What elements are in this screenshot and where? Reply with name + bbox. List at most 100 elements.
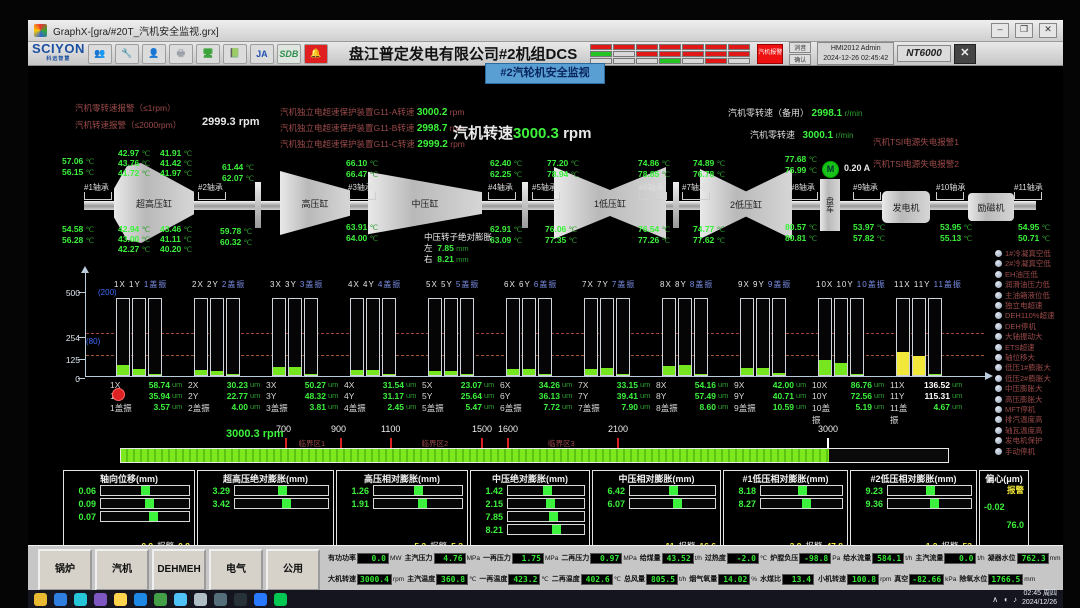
vib-bar-9Y xyxy=(756,298,770,376)
device-icon[interactable]: 🖶 xyxy=(169,44,193,64)
user-icon[interactable]: 👤 xyxy=(142,44,166,64)
vib-bar-11X xyxy=(896,298,910,376)
alarm-grid-cell-2-3[interactable] xyxy=(659,58,681,64)
panel-gauge-row: 6.07 xyxy=(597,498,716,509)
panel-gauge-slug xyxy=(802,499,811,508)
alarm-grid-cell-1-0[interactable] xyxy=(590,51,612,57)
minimize-button[interactable]: – xyxy=(991,23,1009,38)
alarm-grid-cell-1-2[interactable] xyxy=(636,51,658,57)
operators-icon[interactable]: 👥 xyxy=(88,44,112,64)
bearing-7-top-temps: 74.89 ℃76.78 ℃ xyxy=(693,158,725,180)
vscode-icon[interactable] xyxy=(254,593,267,606)
eccentric-value: -0.02 xyxy=(984,502,1024,512)
restore-button[interactable]: ❐ xyxy=(1015,23,1033,38)
volume-icon[interactable]: ♪ xyxy=(1013,595,1017,604)
vib-value-3X: 3X50.27um xyxy=(266,380,338,390)
chevron-up-icon[interactable]: ∧ xyxy=(992,595,998,604)
vib-value-10Y: 10Y72.56um xyxy=(812,391,884,401)
store-icon[interactable] xyxy=(194,593,207,606)
alarm-grid-cell-1-3[interactable] xyxy=(659,51,681,57)
alarm-grid-cell-2-6[interactable] xyxy=(728,58,750,64)
alarm-grid-cell-0-0[interactable] xyxy=(590,44,612,50)
alarm-grid-cell-2-2[interactable] xyxy=(636,58,658,64)
network-icon[interactable]: ◖ xyxy=(1003,595,1008,604)
alarm-grid-cell-2-4[interactable] xyxy=(682,58,704,64)
alarm-grid-cell-2-5[interactable] xyxy=(705,58,727,64)
mail-icon[interactable] xyxy=(174,593,187,606)
alarm-grid-cell-0-4[interactable] xyxy=(682,44,704,50)
mute-button[interactable]: 消音 xyxy=(789,42,811,53)
ack-button[interactable]: 确认 xyxy=(789,54,811,65)
logic-ja-icon[interactable]: JA xyxy=(250,44,274,64)
main-speed-value: 3000.3 xyxy=(513,125,559,142)
vib-bar-fill xyxy=(617,374,629,375)
vib-bar-fill xyxy=(679,365,691,375)
status-bar: 锅炉汽机DEHMEH电气公用 有功功率0.0MW主汽压力4.76MPa一再压力1… xyxy=(28,545,1063,591)
alarm-grid-cell-2-1[interactable] xyxy=(613,58,635,64)
vib-alarm-indicator[interactable] xyxy=(112,388,125,401)
vib-value-2Y: 2Y22.77um xyxy=(188,391,260,401)
chat-icon[interactable] xyxy=(274,593,287,606)
graphx-app-icon xyxy=(34,24,47,37)
status-row-2: 大机转速3000.4rpm主汽温度360.8℃一再温度423.2℃二再温度402… xyxy=(328,569,1061,589)
start-icon[interactable] xyxy=(54,593,67,606)
alarm-grid-cell-0-1[interactable] xyxy=(613,44,635,50)
alarm-summary-grid[interactable] xyxy=(590,44,750,64)
alarm-grid-cell-0-3[interactable] xyxy=(659,44,681,50)
weather-icon[interactable] xyxy=(34,593,47,606)
monitor-photo: GraphX-[gra/#20T_汽机安全监视.grx] – ❐ ✕ SCIYO… xyxy=(0,0,1080,608)
panel-gauge xyxy=(100,498,190,509)
nav-button-5[interactable]: 公用 xyxy=(266,549,320,591)
copilot-icon[interactable] xyxy=(94,593,107,606)
alarm-grid-cell-1-4[interactable] xyxy=(682,51,704,57)
alarm-grid-cell-0-5[interactable] xyxy=(705,44,727,50)
chart-tick-500: 500 xyxy=(58,288,80,298)
vib-value-7盖振: 7盖振7.90um xyxy=(578,402,650,414)
nav-button-3[interactable]: DEHMEH xyxy=(152,549,206,591)
alarm-grid-cell-1-6[interactable] xyxy=(728,51,750,57)
vib-group-label-7: 7X 7Y 7盖振 xyxy=(582,279,635,290)
alarm-indicator-icon xyxy=(995,302,1002,309)
terminal-icon[interactable] xyxy=(234,593,247,606)
alarm-bell-icon[interactable]: 🔔 xyxy=(304,44,328,64)
nav-button-2[interactable]: 汽机 xyxy=(95,549,149,591)
alarm-grid-cell-0-2[interactable] xyxy=(636,44,658,50)
exit-screen-button[interactable]: ✕ xyxy=(954,44,976,64)
vib-bar-5Y xyxy=(444,298,458,376)
ramp-tick-1500: 1500 xyxy=(472,424,492,434)
vib-bar-fill xyxy=(305,374,317,375)
settings-icon[interactable] xyxy=(214,593,227,606)
edge-icon[interactable] xyxy=(134,593,147,606)
session-datetime: 2024-12-26 02:45:42 xyxy=(823,54,888,63)
alarm-grid-cell-0-6[interactable] xyxy=(728,44,750,50)
alarm-indicator-icon xyxy=(995,260,1002,267)
status-field-炉膛负压: 炉膛负压-98.8Pa xyxy=(770,553,840,564)
search-icon[interactable] xyxy=(74,593,87,606)
vib-bar-fill xyxy=(773,373,785,375)
nav-button-4[interactable]: 电气 xyxy=(209,549,263,591)
sdb-icon[interactable]: SDB xyxy=(277,44,301,64)
vib-value-2盖振: 2盖振4.00um xyxy=(188,402,260,414)
vib-bar-10盖振 xyxy=(850,298,864,376)
taskbar-clock[interactable]: 02:45 周四2024/12/26 xyxy=(1022,590,1057,608)
vib-bar-fill xyxy=(133,369,145,375)
file-explorer-icon[interactable] xyxy=(114,593,127,606)
vib-bar-fill xyxy=(897,352,909,375)
vib-bar-fill xyxy=(507,369,519,375)
history-icon[interactable]: 📗 xyxy=(223,44,247,64)
alarm-grid-cell-1-1[interactable] xyxy=(613,51,635,57)
alarm-grid-cell-1-5[interactable] xyxy=(705,51,727,57)
browser-icon[interactable] xyxy=(154,593,167,606)
monitor-icon[interactable]: 🖥 xyxy=(196,44,220,64)
main-speed-readout: 汽机转速3000.3 rpm xyxy=(453,122,591,143)
close-button[interactable]: ✕ xyxy=(1039,23,1057,38)
vib-value-11X: 11X136.52um xyxy=(890,380,962,390)
vib-bar-fill xyxy=(429,371,441,375)
chart-tickmark-500 xyxy=(78,292,85,293)
panel-gauge xyxy=(100,511,190,522)
nav-button-1[interactable]: 锅炉 xyxy=(38,549,92,591)
turbine-alarm-box[interactable]: 汽机报警 xyxy=(757,44,783,64)
status-field-小机转速: 小机转速100.8rpm xyxy=(818,574,891,585)
tuning-icon[interactable]: 🔧 xyxy=(115,44,139,64)
alarm-mini-buttons: 消音 确认 xyxy=(789,42,811,65)
